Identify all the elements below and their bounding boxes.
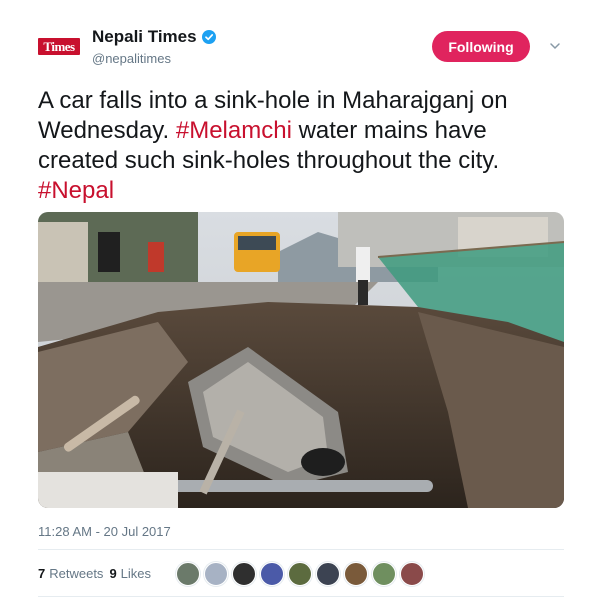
tweet-stats: 7 Retweets 9 Likes — [38, 566, 157, 581]
divider — [38, 549, 564, 550]
chevron-down-icon[interactable] — [549, 40, 561, 52]
divider — [38, 596, 564, 597]
liker-avatar[interactable] — [176, 562, 200, 586]
handle[interactable]: @nepalitimes — [92, 51, 171, 66]
liker-avatar[interactable] — [232, 562, 256, 586]
tweet-timestamp[interactable]: 11:28 AM - 20 Jul 2017 — [38, 524, 171, 539]
tweet-text: A car falls into a sink-hole in Maharajg… — [38, 86, 568, 206]
retweets-stat[interactable]: 7 Retweets — [38, 566, 103, 581]
likes-count: 9 — [109, 566, 117, 581]
following-button[interactable]: Following — [432, 31, 530, 62]
verified-badge-icon — [201, 30, 216, 44]
retweets-count: 7 — [38, 566, 46, 581]
retweets-label: Retweets — [49, 566, 104, 581]
liker-avatar[interactable] — [344, 562, 368, 586]
liker-avatar[interactable] — [372, 562, 396, 586]
liker-avatars — [176, 562, 428, 586]
author-name-row[interactable]: Nepali Times — [92, 27, 216, 47]
hashtag-link[interactable]: #Melamchi — [176, 117, 292, 144]
liker-avatar[interactable] — [204, 562, 228, 586]
likes-label: Likes — [120, 566, 152, 581]
liker-avatar[interactable] — [316, 562, 340, 586]
tweet-photo[interactable] — [38, 212, 564, 508]
avatar[interactable]: Times — [38, 38, 80, 55]
hashtag-link[interactable]: #Nepal — [38, 177, 114, 204]
likes-stat[interactable]: 9 Likes — [109, 566, 151, 581]
liker-avatar[interactable] — [260, 562, 284, 586]
display-name[interactable]: Nepali Times — [92, 27, 197, 47]
liker-avatar[interactable] — [288, 562, 312, 586]
liker-avatar[interactable] — [400, 562, 424, 586]
